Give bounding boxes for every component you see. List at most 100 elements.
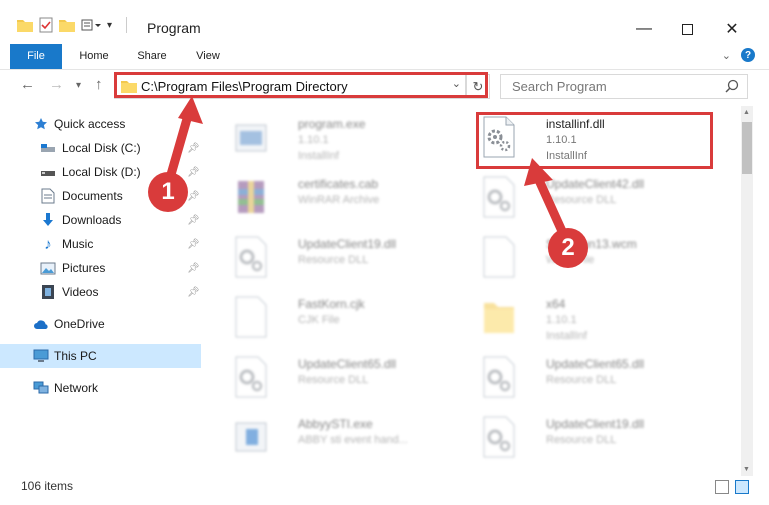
address-highlight-box <box>114 72 488 98</box>
vertical-scrollbar[interactable]: ▲ ▼ <box>741 106 753 476</box>
sidebar-item-label: Network <box>54 381 99 395</box>
chevron-down-icon[interactable]: ▾ <box>107 20 112 31</box>
file-name: FastKorn.cjk <box>298 297 365 311</box>
file-tile[interactable]: UpdateClient19.dll Resource DLL <box>480 409 710 465</box>
pin-icon[interactable]: 📌︎ <box>187 191 200 202</box>
maximize-icon <box>681 23 693 35</box>
pin-icon[interactable]: 📌︎ <box>187 167 200 178</box>
pictures-icon <box>40 260 56 276</box>
file-detail: 1.10.1 <box>298 134 329 146</box>
forward-arrow-icon[interactable]: → <box>49 76 64 93</box>
tab-view[interactable]: View <box>186 44 230 69</box>
sidebar-item-music[interactable]: ♪ Music 📌︎ <box>0 232 205 256</box>
sidebar-item-pictures[interactable]: Pictures 📌︎ <box>0 256 205 280</box>
file-name: AbbyySTI.exe <box>298 417 373 431</box>
file-detail: Resource DLL <box>546 374 617 386</box>
file-tile[interactable]: FastKorn.cjk CJK File <box>232 289 462 345</box>
sidebar-item-onedrive[interactable]: OneDrive <box>0 312 205 336</box>
step-badge-2: 2 <box>548 228 588 268</box>
close-button[interactable]: ✕ <box>709 15 755 43</box>
file-tile[interactable]: SmdiRun13.wcm WCM File <box>480 229 710 285</box>
sidebar-item-videos[interactable]: Videos 📌︎ <box>0 280 205 304</box>
file-tile[interactable]: program.exe 1.10.1 InstallInf <box>232 109 462 165</box>
sidebar-item-label: This PC <box>54 349 97 363</box>
file-name: UpdateClient19.dll <box>546 417 645 431</box>
sidebar-item-label: Downloads <box>62 213 122 227</box>
file-tile[interactable]: certificates.cab WinRAR Archive <box>232 169 462 225</box>
recent-locations-icon[interactable]: ▾ <box>76 80 81 91</box>
exe-file-icon <box>235 124 267 152</box>
search-input[interactable] <box>510 78 714 95</box>
tiles-view-icon[interactable] <box>735 480 749 494</box>
view-switcher <box>715 480 749 494</box>
pin-icon[interactable]: 📌︎ <box>187 263 200 274</box>
title-separator <box>126 17 128 33</box>
folder-icon[interactable] <box>17 18 33 32</box>
file-name: UpdateClient19.dll <box>298 237 397 251</box>
sidebar-item-label: Music <box>62 237 94 251</box>
file-tile[interactable]: UpdateClient19.dll Resource DLL <box>232 229 462 285</box>
sidebar-item-downloads[interactable]: Downloads 📌︎ <box>0 208 205 232</box>
expand-ribbon-icon[interactable]: ⌄ <box>722 49 731 62</box>
pin-icon[interactable]: 📌︎ <box>187 239 200 250</box>
details-view-icon[interactable] <box>715 480 729 494</box>
sidebar-item-quick-access[interactable]: Quick access <box>0 112 205 136</box>
properties-icon[interactable] <box>39 17 53 33</box>
sidebar-item-label: Documents <box>62 189 123 203</box>
sidebar-item-network[interactable]: Network <box>0 376 205 400</box>
tab-file[interactable]: File <box>10 44 62 69</box>
status-bar: 106 items <box>0 474 769 505</box>
quick-access-toolbar: ▾ <box>17 17 128 33</box>
network-icon <box>33 380 49 396</box>
downloads-icon <box>40 212 56 228</box>
close-icon: ✕ <box>725 21 739 38</box>
scroll-down-icon[interactable]: ▼ <box>743 466 750 473</box>
sidebar-item-label: OneDrive <box>54 317 105 331</box>
file-detail: Resource DLL <box>546 434 617 446</box>
file-detail: Resource DLL <box>546 194 617 206</box>
music-icon: ♪ <box>44 235 52 253</box>
folder-icon <box>484 303 514 333</box>
pin-icon[interactable]: 📌︎ <box>187 143 200 154</box>
scroll-thumb[interactable] <box>742 122 752 174</box>
sidebar-item-this-pc[interactable]: This PC <box>0 344 201 368</box>
title-bar: ▾ Program — ✕ <box>0 0 769 44</box>
new-folder-icon[interactable] <box>59 18 75 32</box>
file-detail: Resource DLL <box>298 374 369 386</box>
pin-icon[interactable]: 📌︎ <box>187 215 200 226</box>
back-arrow-icon[interactable]: ← <box>20 76 35 93</box>
exe-file-icon <box>235 422 267 452</box>
tab-share[interactable]: Share <box>130 44 174 69</box>
search-icon[interactable] <box>725 79 739 93</box>
folder-tile[interactable]: x64 1.10.1 InstallInf <box>480 289 710 345</box>
maximize-button[interactable] <box>664 15 710 43</box>
file-name: x64 <box>546 297 566 311</box>
scroll-up-icon[interactable]: ▲ <box>743 109 750 116</box>
file-detail: InstallInf <box>546 330 587 342</box>
file-tile[interactable]: UpdateClient65.dll Resource DLL <box>480 349 710 405</box>
file-name: UpdateClient65.dll <box>298 357 397 371</box>
file-detail: 1.10.1 <box>546 314 577 326</box>
file-detail: WinRAR Archive <box>298 194 380 206</box>
search-box[interactable] <box>500 74 748 99</box>
pin-icon[interactable]: 📌︎ <box>187 287 200 298</box>
file-tile[interactable]: UpdateClient42.dll Resource DLL <box>480 169 710 225</box>
dll-file-icon <box>235 356 267 398</box>
explorer-window: ▾ Program — ✕ File Home Share View ⌄ ? ←… <box>0 0 769 505</box>
file-tile[interactable]: UpdateClient65.dll Resource DLL <box>232 349 462 405</box>
up-arrow-icon[interactable]: ↑ <box>95 76 103 93</box>
onedrive-icon <box>33 316 49 332</box>
drive-icon <box>40 140 56 156</box>
minimize-button[interactable]: — <box>621 15 667 43</box>
file-name: program.exe <box>298 117 366 131</box>
file-detail: InstallInf <box>298 150 339 162</box>
drive-icon <box>40 164 56 180</box>
tab-home[interactable]: Home <box>72 44 116 69</box>
customize-toolbar-icon[interactable] <box>81 18 101 32</box>
file-tile[interactable]: AbbyySTI.exe ABBY sti event hand... <box>232 409 462 465</box>
archive-file-icon <box>238 181 264 213</box>
sidebar-item-label: Local Disk (C:) <box>62 141 141 155</box>
sidebar-item-local-disk-c[interactable]: Local Disk (C:) 📌︎ <box>0 136 205 160</box>
sidebar-item-label: Pictures <box>62 261 106 275</box>
help-icon[interactable]: ? <box>741 48 755 62</box>
